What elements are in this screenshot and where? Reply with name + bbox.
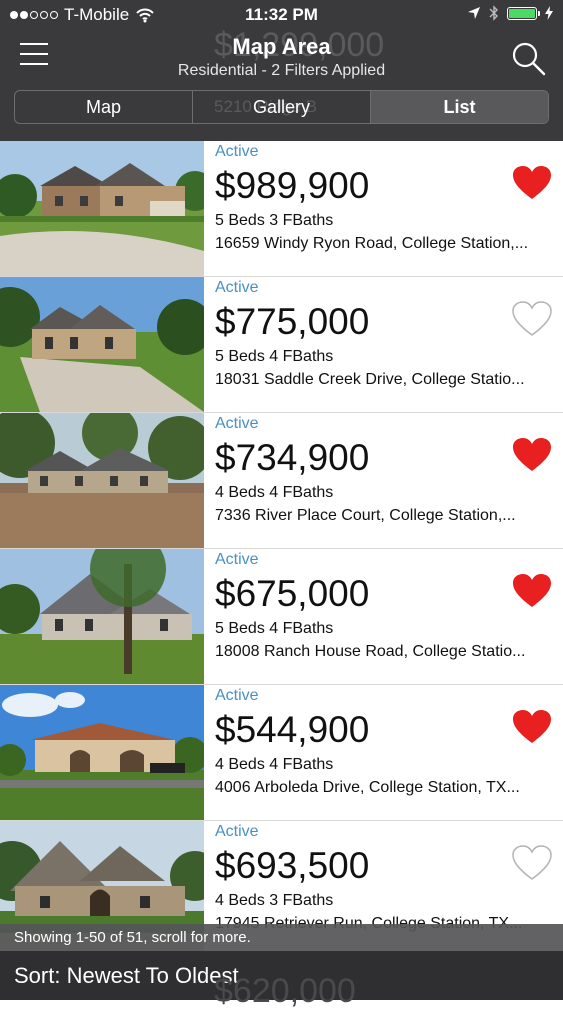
favorite-heart-icon[interactable] <box>512 709 552 745</box>
listing-list: Active $989,900 5 Beds 3 FBaths 16659 Wi… <box>0 141 563 957</box>
listing-beds-baths: 4 Beds 4 FBaths <box>215 756 334 773</box>
listing-beds-baths: 5 Beds 4 FBaths <box>215 348 334 365</box>
listing-photo[interactable] <box>0 413 204 548</box>
tab-gallery[interactable]: Gallery <box>193 91 371 123</box>
listing-row[interactable]: Active $734,900 4 Beds 4 FBaths 7336 Riv… <box>0 413 563 549</box>
favorite-heart-outline-icon[interactable] <box>512 845 552 881</box>
view-mode-tabs: Map Gallery List <box>14 90 549 124</box>
search-icon[interactable] <box>510 40 546 76</box>
battery-icon <box>507 6 540 20</box>
listing-status: Active <box>215 279 259 296</box>
location-arrow-icon <box>468 7 480 19</box>
results-count-banner: Showing 1-50 of 51, scroll for more. <box>0 924 563 951</box>
listing-status: Active <box>215 687 259 704</box>
listing-address: 18031 Saddle Creek Drive, College Statio… <box>215 371 525 388</box>
listing-status: Active <box>215 143 259 160</box>
favorite-heart-icon[interactable] <box>512 165 552 201</box>
listing-row[interactable]: Active $675,000 5 Beds 4 FBaths 18008 Ra… <box>0 549 563 685</box>
listing-address: 18008 Ranch House Road, College Statio..… <box>215 643 526 660</box>
favorite-heart-icon[interactable] <box>512 437 552 473</box>
sort-label: Sort: Newest To Oldest <box>14 963 239 988</box>
bluetooth-icon <box>489 5 498 21</box>
listing-photo[interactable] <box>0 549 204 684</box>
listing-row[interactable]: Active $544,900 4 Beds 4 FBaths 4006 Arb… <box>0 685 563 821</box>
listing-address: 4006 Arboleda Drive, College Station, TX… <box>215 779 520 796</box>
listing-beds-baths: 5 Beds 4 FBaths <box>215 620 334 637</box>
listing-row[interactable]: Active $989,900 5 Beds 3 FBaths 16659 Wi… <box>0 141 563 277</box>
listing-address: 16659 Windy Ryon Road, College Station,.… <box>215 235 529 252</box>
listing-photo[interactable] <box>0 141 204 276</box>
ghost-next-price: $620,000 <box>214 972 356 1010</box>
listing-status: Active <box>215 415 259 432</box>
listing-price: $693,500 <box>215 845 370 886</box>
tab-map[interactable]: Map <box>15 91 193 123</box>
listing-price: $989,900 <box>215 165 370 206</box>
listing-photo[interactable] <box>0 277 204 412</box>
charging-bolt-icon <box>545 6 553 20</box>
listing-photo[interactable] <box>0 685 204 820</box>
listing-beds-baths: 4 Beds 4 FBaths <box>215 484 334 501</box>
listing-price: $775,000 <box>215 301 370 342</box>
sort-button[interactable]: Sort: Newest To Oldest $620,000 <box>0 951 563 1010</box>
filter-subtitle: Residential - 2 Filters Applied <box>177 62 386 79</box>
listing-address: 7336 River Place Court, College Station,… <box>215 507 516 524</box>
favorite-heart-icon[interactable] <box>512 573 552 609</box>
status-bar: T-Mobile 11:32 PM <box>0 0 563 30</box>
listing-status: Active <box>215 823 259 840</box>
listing-price: $544,900 <box>215 709 370 750</box>
tab-list[interactable]: List <box>371 91 548 123</box>
listing-row[interactable]: Active $775,000 5 Beds 4 FBaths 18031 Sa… <box>0 277 563 413</box>
listing-beds-baths: 5 Beds 3 FBaths <box>215 212 334 229</box>
listing-beds-baths: 4 Beds 3 FBaths <box>215 892 334 909</box>
navigation-header: $1,299,000 5210 Ridge B T-Mobile 11:32 P… <box>0 0 563 141</box>
favorite-heart-outline-icon[interactable] <box>512 301 552 337</box>
listing-status: Active <box>215 551 259 568</box>
listing-price: $675,000 <box>215 573 370 614</box>
listing-price: $734,900 <box>215 437 370 478</box>
page-title: Map Area <box>232 34 331 59</box>
